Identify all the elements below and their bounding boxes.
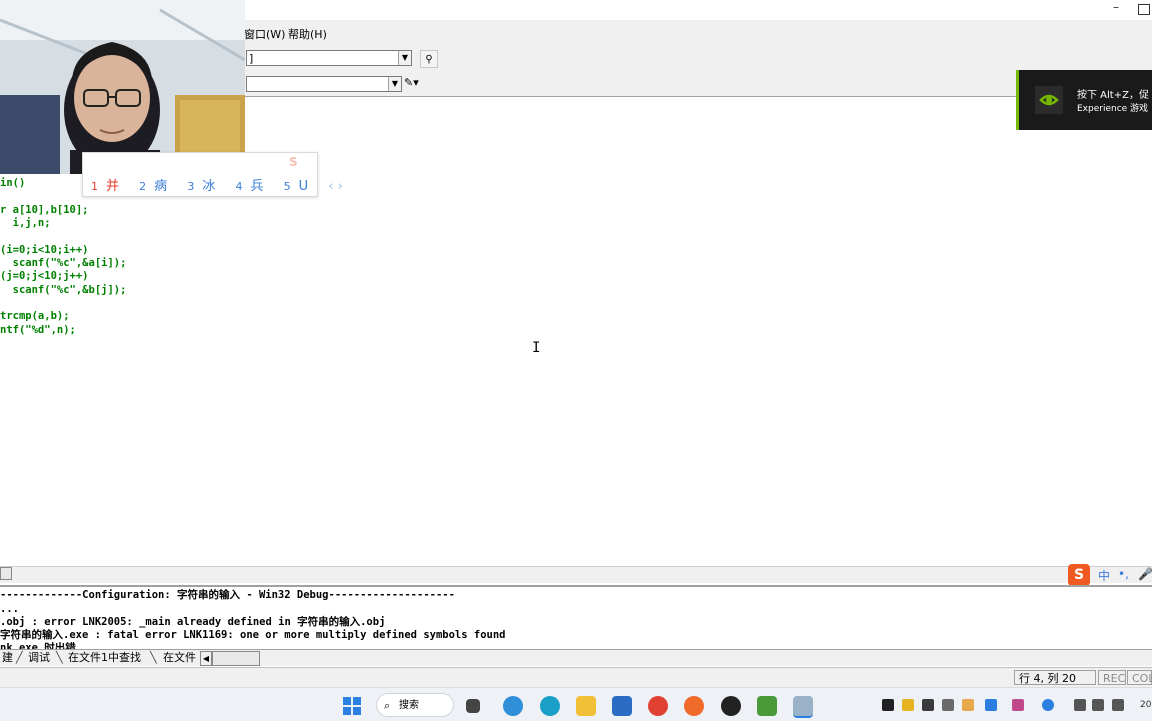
clock[interactable]: 20 [1140, 700, 1151, 710]
wizard-icon[interactable]: ✎▾ [404, 76, 419, 89]
chevron-down-icon[interactable]: ▼ [388, 77, 401, 91]
ime-page-nav[interactable]: ‹ › [328, 179, 343, 194]
output-line: ... [0, 603, 19, 615]
sogou-logo-icon[interactable]: S [1068, 564, 1090, 586]
tray-icon[interactable] [882, 699, 894, 711]
members-combo[interactable]: ▼ [246, 76, 402, 92]
ime-candidate[interactable]: 3冰 [187, 179, 223, 194]
sogou-watermark-icon: S [289, 155, 298, 169]
code-line: in() [0, 177, 26, 189]
tabs-scrollbar[interactable] [212, 651, 260, 666]
output-tabs: 建 ╱ 调试 ╲ 在文件1中查找 ╲ 在文件 ◀ [0, 649, 1152, 666]
chevron-down-icon[interactable]: ▼ [398, 51, 411, 65]
text-cursor-icon: I [532, 340, 541, 356]
ime-candidate[interactable]: 4兵 [235, 179, 271, 194]
tray-icon[interactable] [902, 699, 914, 711]
code-line: trcmp(a,b); [0, 310, 70, 322]
scroll-left-icon[interactable]: ◀ [200, 651, 212, 666]
tray-icon[interactable] [942, 699, 954, 711]
scrollbar-thumb[interactable] [0, 567, 12, 580]
tray-icon[interactable] [1042, 699, 1054, 711]
vc6-icon[interactable] [793, 696, 813, 718]
tab-debug[interactable]: 调试 [28, 651, 50, 664]
tray-icon[interactable] [962, 699, 974, 711]
tab-separator: ╲ [56, 651, 63, 664]
menu-window[interactable]: 窗口(W) [244, 26, 285, 42]
taskbar-search[interactable]: ⌕ 搜索 [376, 693, 454, 717]
app-icon[interactable] [721, 696, 741, 716]
volume-icon[interactable] [1092, 699, 1104, 711]
firefox-icon[interactable] [684, 696, 704, 716]
tray-icon[interactable] [922, 699, 934, 711]
file-explorer-icon[interactable] [576, 696, 596, 716]
minimize-icon[interactable]: – [1108, 0, 1124, 18]
mail-icon[interactable] [612, 696, 632, 716]
battery-icon[interactable] [1112, 699, 1124, 711]
code-line: scanf("%c",&b[j]); [0, 284, 127, 296]
wifi-icon[interactable] [1074, 699, 1086, 711]
code-line: i,j,n; [0, 217, 51, 229]
find-combo[interactable]: ] ▼ [246, 50, 412, 66]
code-line: (i=0;i<10;i++) [0, 244, 89, 256]
ime-candidate[interactable]: 2病 [139, 179, 175, 194]
start-icon[interactable] [342, 696, 362, 716]
output-line: -------------Configuration: 字符串的输入 - Win… [0, 589, 455, 601]
status-bar: 行 4, 列 20 REC COL [0, 667, 1152, 688]
ime-candidates: 1并 2病 3冰 4兵 5U ‹ › [91, 175, 351, 194]
output-line: .obj : error LNK2005: _main already defi… [0, 616, 386, 628]
app-icon-2[interactable] [757, 696, 777, 716]
ime-candidate[interactable]: 1并 [91, 179, 127, 194]
menu-help[interactable]: 帮助(H) [288, 26, 327, 42]
tab-build[interactable]: 建 [2, 651, 13, 664]
task-view-icon[interactable] [466, 699, 480, 713]
webcam-image [0, 0, 245, 174]
ime-candidate[interactable]: 5U [284, 179, 317, 194]
ime-candidate-window: S 1并 2病 3冰 4兵 5U ‹ › [82, 152, 343, 197]
microphone-tray-icon[interactable] [985, 699, 997, 711]
chrome-icon[interactable] [648, 696, 668, 716]
tab-separator: ╲ [150, 651, 157, 664]
nvidia-logo-icon [1035, 86, 1063, 114]
code-line: scanf("%c",&a[i]); [0, 257, 127, 269]
output-line: 字符串的输入.exe : fatal error LNK1169: one or… [0, 629, 506, 641]
search-icon: ⌕ [384, 699, 391, 712]
output-pane[interactable]: -------------Configuration: 字符串的输入 - Win… [0, 585, 1152, 651]
ime-punctuation-toggle[interactable]: •, [1118, 567, 1129, 581]
find-combo-value: ] [249, 52, 254, 65]
microphone-icon[interactable]: 🎤 [1138, 567, 1152, 581]
maximize-icon[interactable] [1138, 4, 1150, 15]
nvidia-text-line2: Experience 游戏 [1077, 104, 1149, 114]
rec-indicator: REC [1098, 670, 1126, 685]
nvidia-notification[interactable]: 按下 Alt+Z，促 Experience 游戏 [1016, 70, 1152, 130]
edge-icon[interactable] [503, 696, 523, 716]
code-line: ntf("%d",n); [0, 324, 76, 336]
webcam-overlay [0, 0, 245, 174]
tab-find-in-files-2[interactable]: 在文件 [163, 651, 196, 664]
taskbar: ⌕ 搜索 20 [0, 687, 1152, 721]
binoculars-icon[interactable]: ⚲ [420, 50, 438, 68]
edge-browser-icon[interactable] [540, 696, 560, 716]
col-indicator: COL [1127, 670, 1152, 685]
tab-find-in-files-1[interactable]: 在文件1中查找 [68, 651, 141, 664]
tray-icon[interactable] [1012, 699, 1024, 711]
code-line: (j=0;j<10;j++) [0, 270, 89, 282]
nvidia-text-line1: 按下 Alt+Z，促 [1077, 90, 1149, 101]
code-line: r a[10],b[10]; [0, 204, 89, 216]
tab-separator: ╱ [16, 651, 23, 664]
ime-mode-toggle[interactable]: 中 [1098, 567, 1110, 584]
cursor-position: 行 4, 列 20 [1014, 670, 1096, 685]
ime-status-bar[interactable]: S 中 •, 🎤 [1066, 564, 1152, 586]
editor-horizontal-scrollbar[interactable] [0, 566, 1152, 583]
taskbar-search-label: 搜索 [399, 700, 419, 711]
